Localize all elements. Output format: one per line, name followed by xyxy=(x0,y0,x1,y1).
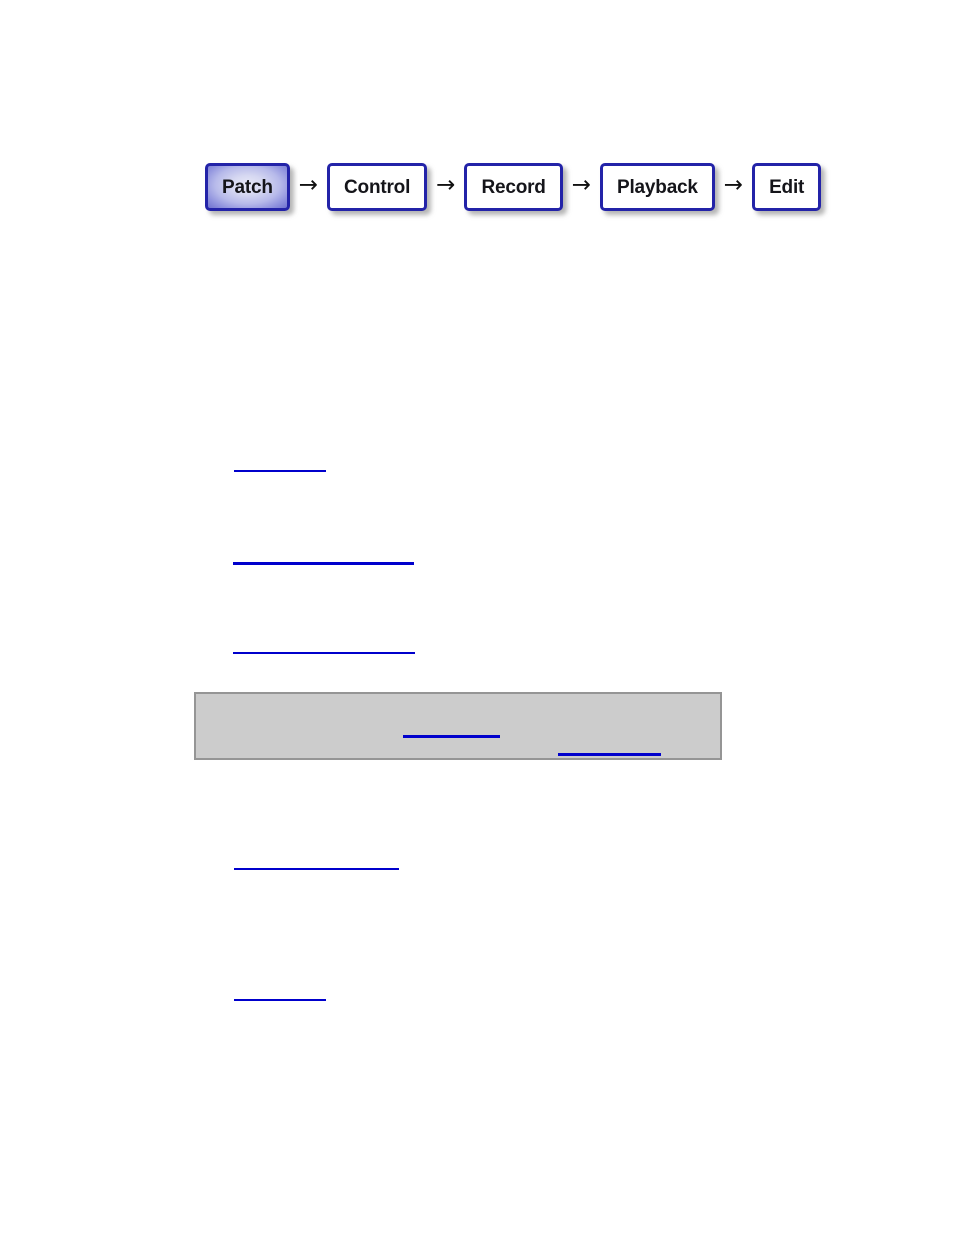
link-underline xyxy=(234,868,399,870)
workflow-step-label: Edit xyxy=(769,176,805,198)
arrow-right-icon: → xyxy=(571,172,591,198)
workflow-step-label: Playback xyxy=(617,176,698,198)
document-link-5[interactable] xyxy=(234,999,326,1001)
link-underline xyxy=(233,562,414,565)
link-underline xyxy=(403,735,500,738)
workflow-step-control[interactable]: Control xyxy=(327,163,428,211)
workflow-step-label: Control xyxy=(344,176,411,198)
callout-panel xyxy=(194,692,722,760)
workflow-breadcrumb: Patch → Control → Record → Playback → Ed… xyxy=(205,163,822,211)
arrow-right-icon: → xyxy=(723,172,744,198)
document-link-4[interactable] xyxy=(234,868,399,870)
arrow-right-icon: → xyxy=(436,172,456,198)
link-underline xyxy=(234,470,326,472)
document-link-2[interactable] xyxy=(233,562,414,565)
arrow-right-icon: → xyxy=(298,172,319,198)
link-underline xyxy=(234,999,326,1001)
workflow-step-record[interactable]: Record xyxy=(464,163,563,211)
workflow-step-label: Patch xyxy=(222,176,273,198)
workflow-step-patch[interactable]: Patch xyxy=(205,163,290,211)
workflow-step-label: Record xyxy=(481,176,546,198)
document-link-1[interactable] xyxy=(234,470,326,472)
link-underline xyxy=(558,753,661,756)
workflow-step-edit[interactable]: Edit xyxy=(752,163,822,211)
document-page: Patch → Control → Record → Playback → Ed… xyxy=(0,0,954,1235)
document-link-3[interactable] xyxy=(233,652,415,654)
callout-link-1[interactable] xyxy=(403,735,500,738)
workflow-step-playback[interactable]: Playback xyxy=(600,163,715,211)
link-underline xyxy=(233,652,415,654)
callout-link-2[interactable] xyxy=(558,753,661,756)
